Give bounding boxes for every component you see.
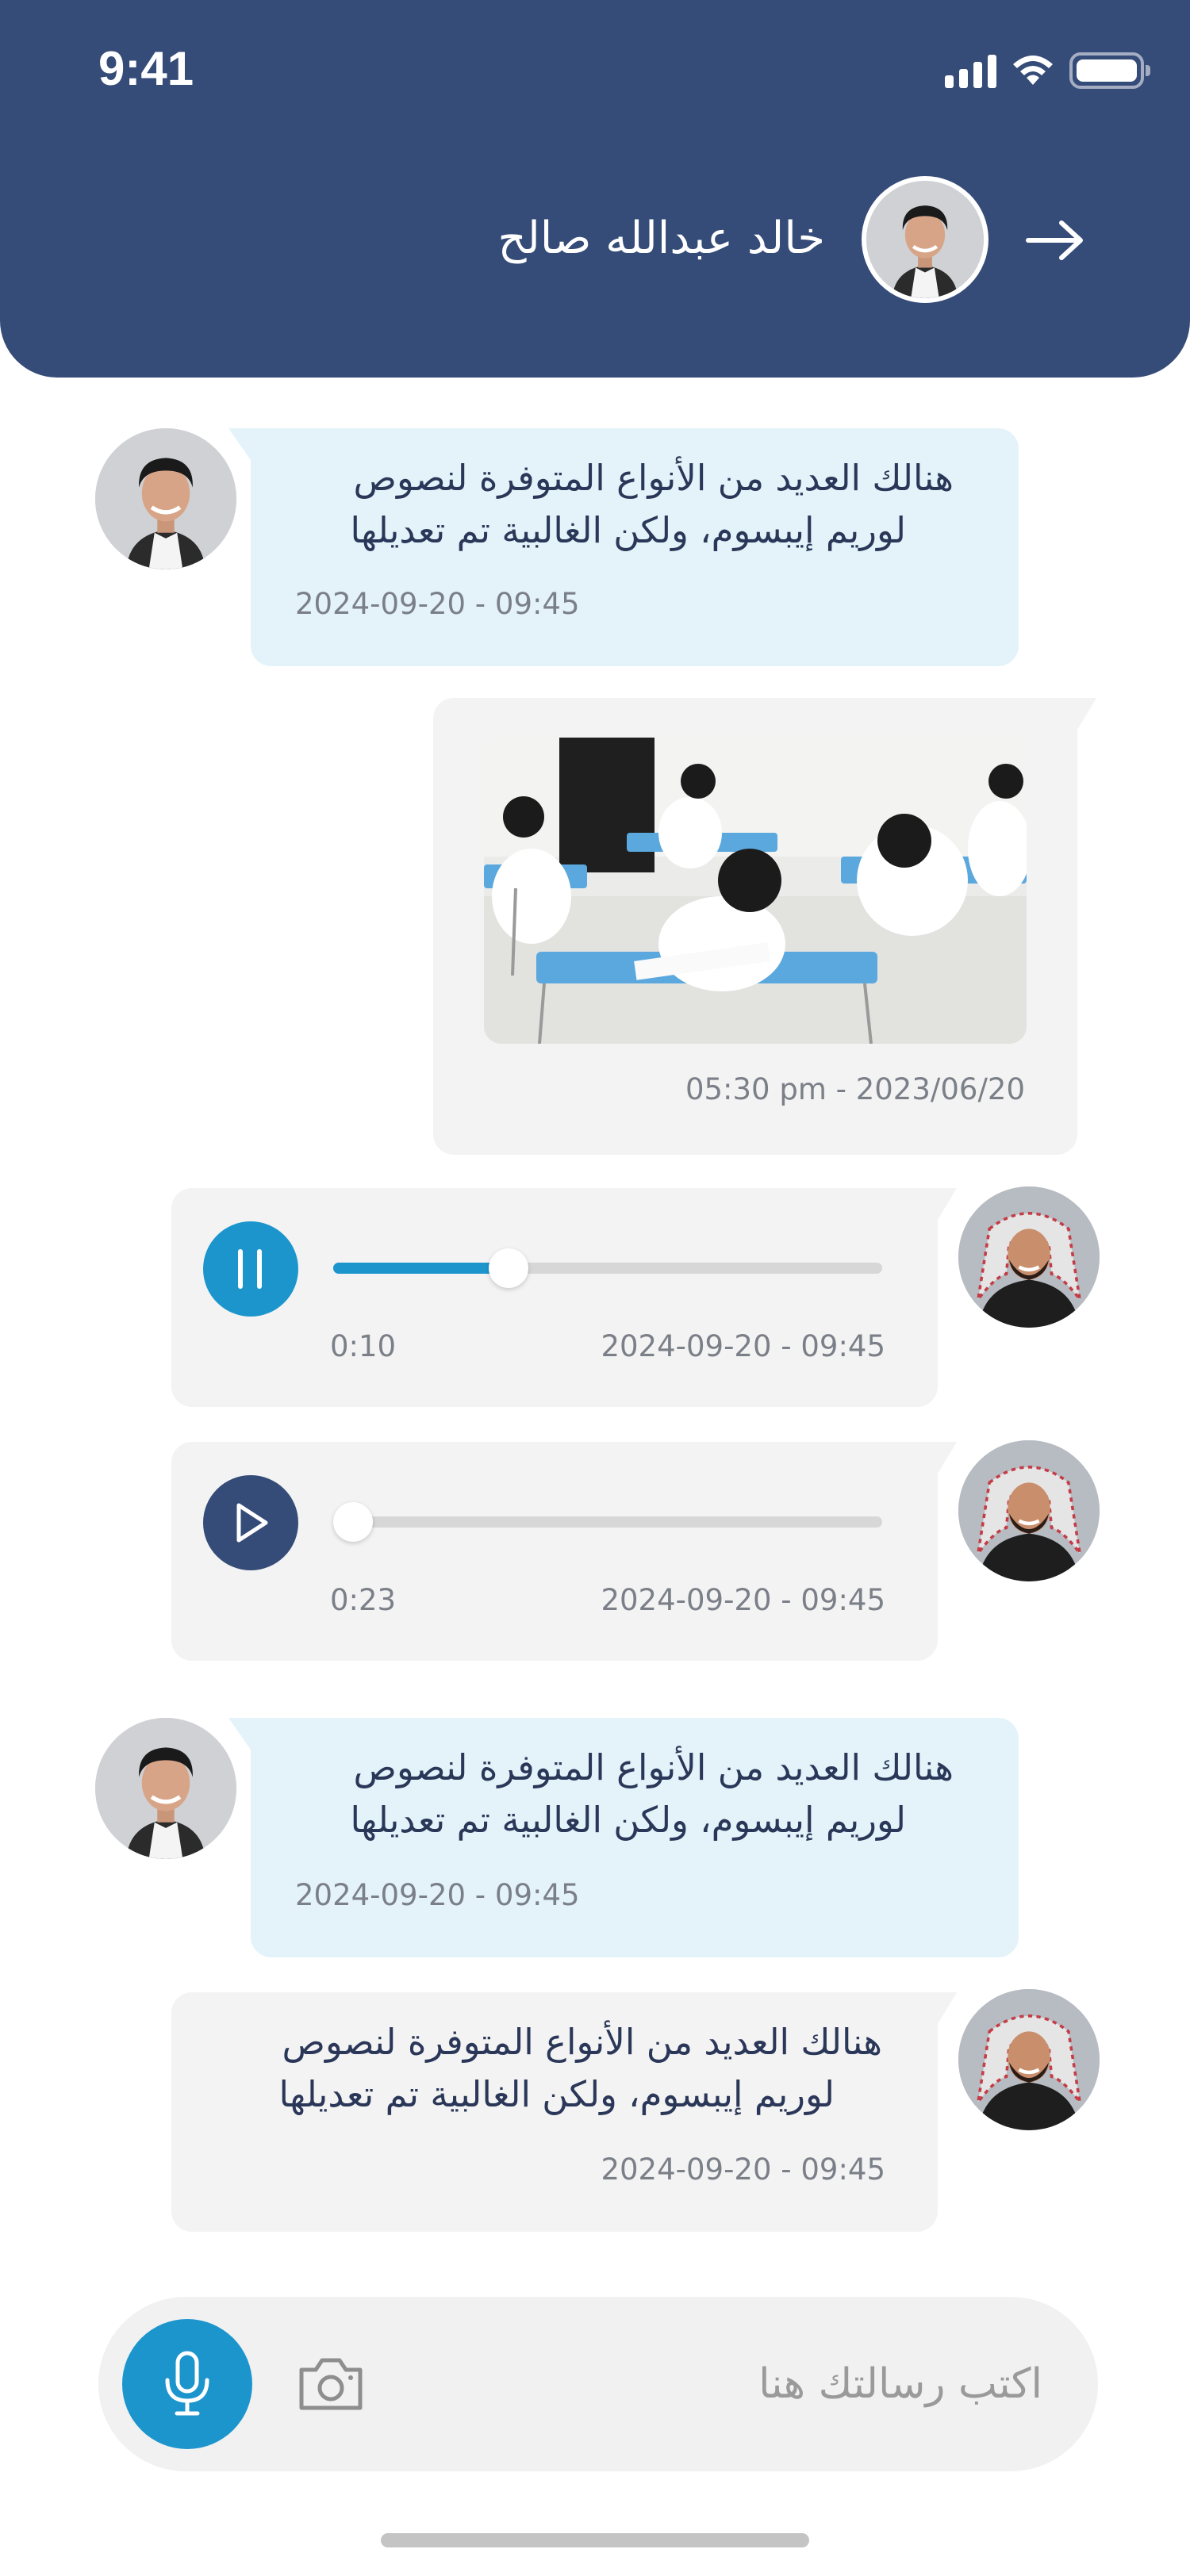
battery-icon <box>1069 52 1150 89</box>
play-icon <box>236 1503 268 1543</box>
microphone-icon <box>165 2351 209 2416</box>
chat-header: 9:41 خالد عبدالله صالح <box>0 0 1190 378</box>
audio-progress-fill <box>333 1263 509 1274</box>
audio-message-bubble: 0:23 2024-09-20 - 09:45 <box>171 1442 957 1661</box>
message-timestamp: 05:30 pm - 2023/06/20 <box>685 1072 1025 1106</box>
message-bubble[interactable]: هنالك العديد من الأنواع المتوفرة لنصوص ل… <box>228 1718 1019 1957</box>
message-text-line: هنالك العديد من الأنواع المتوفرة لنصوص <box>282 2021 882 2063</box>
message-timestamp: 2024-09-20 - 09:45 <box>601 2152 885 2187</box>
audio-message-bubble: 0:10 2024-09-20 - 09:45 <box>171 1188 957 1407</box>
message-text-line: لوريم إيبسوم، ولكن الغالبية تم تعديلها <box>278 2073 835 2115</box>
pause-button[interactable] <box>203 1221 298 1317</box>
message-composer <box>98 2297 1098 2471</box>
sender-avatar[interactable] <box>95 1718 236 1859</box>
back-button[interactable] <box>1023 213 1087 268</box>
image-message-bubble[interactable]: 05:30 pm - 2023/06/20 <box>433 698 1096 1155</box>
message-bubble[interactable]: هنالك العديد من الأنواع المتوفرة لنصوص ل… <box>228 428 1019 666</box>
message-text-line: لوريم إيبسوم، ولكن الغالبية تم تعديلها <box>350 509 906 551</box>
status-time: 9:41 <box>98 42 194 95</box>
message-text-line: هنالك العديد من الأنواع المتوفرة لنصوص <box>353 457 954 499</box>
teacher-avatar[interactable] <box>958 1440 1100 1581</box>
audio-progress-track[interactable] <box>333 1248 882 1288</box>
message-bubble[interactable]: هنالك العديد من الأنواع المتوفرة لنصوص ل… <box>171 1992 957 2232</box>
record-voice-button[interactable] <box>122 2319 252 2449</box>
audio-duration: 0:23 <box>330 1583 397 1617</box>
message-timestamp: 2024-09-20 - 09:45 <box>601 1329 885 1363</box>
message-text-line: لوريم إيبسوم، ولكن الغالبية تم تعديلها <box>350 1799 906 1841</box>
contact-avatar <box>862 176 988 303</box>
status-icons <box>945 52 1150 89</box>
message-timestamp: 2024-09-20 - 09:45 <box>295 1878 580 1912</box>
audio-duration: 0:10 <box>330 1329 397 1363</box>
sender-avatar[interactable] <box>95 428 236 569</box>
message-text-line: هنالك العديد من الأنواع المتوفرة لنصوص <box>353 1746 954 1788</box>
teacher-avatar[interactable] <box>958 1989 1100 2130</box>
arrow-right-icon <box>1026 220 1083 260</box>
attach-photo-button[interactable] <box>297 2352 365 2416</box>
message-input[interactable] <box>471 2336 1042 2432</box>
classroom-photo[interactable] <box>484 738 1027 1044</box>
pause-icon <box>238 1249 262 1289</box>
contact-name: خالد عبدالله صالح <box>497 213 825 264</box>
play-button[interactable] <box>203 1475 298 1570</box>
audio-seek-handle[interactable] <box>489 1248 529 1288</box>
message-timestamp: 2024-09-20 - 09:45 <box>601 1583 885 1617</box>
message-timestamp: 2024-09-20 - 09:45 <box>295 587 580 621</box>
audio-seek-handle[interactable] <box>333 1502 373 1542</box>
wifi-icon <box>1013 56 1053 85</box>
audio-progress-track[interactable] <box>333 1502 882 1542</box>
home-indicator <box>381 2533 809 2547</box>
cellular-signal-icon <box>945 53 996 88</box>
teacher-avatar[interactable] <box>958 1186 1100 1328</box>
camera-icon <box>299 2358 363 2410</box>
